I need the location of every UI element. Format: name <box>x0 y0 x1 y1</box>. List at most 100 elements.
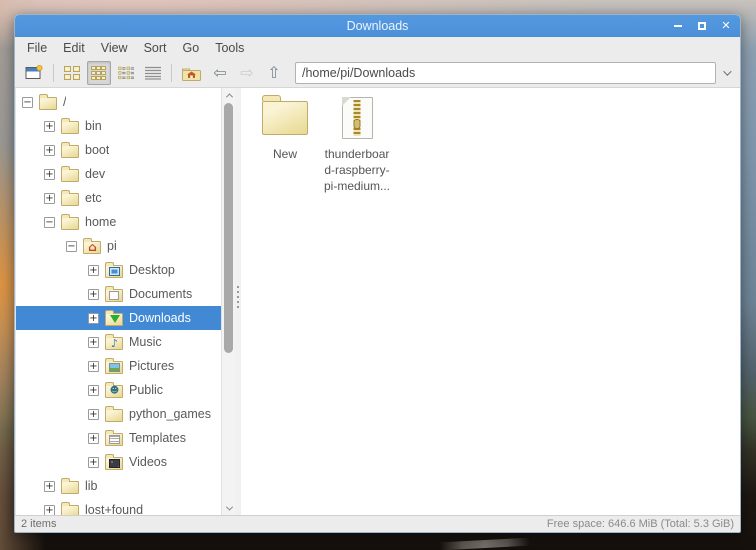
menu-edit[interactable]: Edit <box>55 39 93 57</box>
expander-icon[interactable]: − <box>22 96 33 108</box>
tree-item-public[interactable]: + Public <box>16 378 221 402</box>
expander-icon[interactable]: + <box>88 408 99 420</box>
file-item-label: thunderboar d-raspberry- pi-medium... <box>324 146 390 194</box>
tree-item-boot[interactable]: + boot <box>16 138 221 162</box>
item-count: 2 items <box>21 518 57 530</box>
maximize-icon[interactable] <box>696 19 708 33</box>
downloads-folder-icon <box>105 309 123 326</box>
tree-item-label: Public <box>129 383 164 397</box>
menu-tools[interactable]: Tools <box>207 39 252 57</box>
tree-item-desktop[interactable]: + Desktop <box>16 258 221 282</box>
home-folder-icon <box>182 68 201 81</box>
expander-icon[interactable]: + <box>88 336 99 348</box>
tree-item-music[interactable]: + Music <box>16 330 221 354</box>
new-tab-button[interactable] <box>21 61 47 85</box>
menu-sort[interactable]: Sort <box>136 39 175 57</box>
menu-file[interactable]: File <box>19 39 55 57</box>
folder-icon <box>105 405 123 422</box>
zip-archive-icon <box>341 97 373 139</box>
forward-button[interactable]: ⇨ <box>235 61 259 85</box>
tree-item-label: pi <box>107 239 117 253</box>
videos-folder-icon <box>105 453 123 470</box>
detailed-list-view-button[interactable] <box>141 61 165 85</box>
chevron-down-icon <box>723 67 732 76</box>
compact-view-button[interactable] <box>114 61 138 85</box>
expander-icon[interactable]: + <box>88 384 99 396</box>
menu-go[interactable]: Go <box>175 39 208 57</box>
folder-icon <box>61 477 79 494</box>
pane-splitter[interactable] <box>235 88 241 515</box>
tree-item-label: Downloads <box>129 311 191 325</box>
sidebar-scrollbar[interactable] <box>221 88 235 515</box>
folder-icon <box>61 501 79 515</box>
tree-item-label: lost+found <box>85 503 144 515</box>
expander-icon[interactable]: + <box>44 144 55 156</box>
tree-item-label: boot <box>85 143 110 157</box>
tree-item-root[interactable]: − / <box>16 90 221 114</box>
menu-view[interactable]: View <box>93 39 136 57</box>
file-item-new-folder[interactable]: New <box>249 93 321 162</box>
tree-item-lib[interactable]: + lib <box>16 474 221 498</box>
tree-item-dev[interactable]: + dev <box>16 162 221 186</box>
expander-icon[interactable]: + <box>88 360 99 372</box>
tree-item-label: / <box>63 95 67 109</box>
folder-icon <box>39 93 57 110</box>
down-arrow-icon <box>110 314 120 323</box>
tree-item-label: dev <box>85 167 106 181</box>
tree-item-videos[interactable]: + Videos <box>16 450 221 474</box>
expander-icon[interactable]: + <box>88 288 99 300</box>
tree-item-home[interactable]: − home <box>16 210 221 234</box>
expander-icon[interactable]: + <box>88 312 99 324</box>
expander-icon[interactable]: − <box>66 240 77 252</box>
file-item-thunderboard-zip[interactable]: thunderboar d-raspberry- pi-medium... <box>321 93 393 194</box>
expander-icon[interactable]: − <box>44 216 55 228</box>
expander-icon[interactable]: + <box>88 432 99 444</box>
tree-item-python-games[interactable]: + python_games <box>16 402 221 426</box>
expander-icon[interactable]: + <box>88 264 99 276</box>
up-button[interactable]: ⇧ <box>262 61 286 85</box>
folder-icon <box>61 117 79 134</box>
expander-icon[interactable]: + <box>44 192 55 204</box>
thumbnail-view-button[interactable] <box>87 61 111 85</box>
tree-item-label: Desktop <box>129 263 175 277</box>
expander-icon[interactable]: + <box>88 456 99 468</box>
status-bar: 2 items Free space: 646.6 MiB (Total: 5.… <box>15 515 740 532</box>
back-button[interactable]: ⇦ <box>208 61 232 85</box>
tree-item-downloads[interactable]: + Downloads <box>16 306 221 330</box>
tree-item-etc[interactable]: + etc <box>16 186 221 210</box>
expander-icon[interactable]: + <box>44 168 55 180</box>
documents-folder-icon <box>105 285 123 302</box>
scroll-down-icon[interactable] <box>222 501 236 515</box>
file-view[interactable]: New thunderboar d-raspberry- pi-medium..… <box>241 88 740 515</box>
tree-item-lost-found[interactable]: + lost+found <box>16 498 221 515</box>
scroll-up-icon[interactable] <box>222 88 236 102</box>
title-bar[interactable]: Downloads ✕ <box>15 15 740 37</box>
home-button[interactable] <box>178 61 205 85</box>
content-area: − / + bin + boot + dev + etc − home − ⌂ … <box>15 88 740 515</box>
zipper-pull-icon <box>353 119 361 129</box>
expander-icon[interactable]: + <box>44 504 55 515</box>
expander-icon[interactable]: + <box>44 120 55 132</box>
tree-item-pictures[interactable]: + Pictures <box>16 354 221 378</box>
thumbnail-view-icon <box>91 66 106 80</box>
compact-view-icon <box>118 66 134 80</box>
path-dropdown-button[interactable] <box>718 62 734 84</box>
pictures-folder-icon <box>105 357 123 374</box>
music-folder-icon <box>105 333 123 350</box>
icon-view-button[interactable] <box>60 61 84 85</box>
tree-item-label: Videos <box>129 455 167 469</box>
tree-item-pi[interactable]: − pi <box>16 234 221 258</box>
path-entry-input[interactable] <box>295 62 716 84</box>
minimize-icon[interactable] <box>672 19 684 33</box>
expander-icon[interactable]: + <box>44 480 55 492</box>
template-page-icon <box>109 434 120 444</box>
scrollbar-thumb[interactable] <box>224 103 233 353</box>
tree-item-documents[interactable]: + Documents <box>16 282 221 306</box>
close-icon[interactable]: ✕ <box>720 19 732 33</box>
folder-icon <box>61 189 79 206</box>
tree-item-bin[interactable]: + bin <box>16 114 221 138</box>
icon-view-icon <box>64 66 80 80</box>
zipper-icon <box>353 100 361 136</box>
desktop-folder-icon <box>105 261 123 278</box>
tree-item-templates[interactable]: + Templates <box>16 426 221 450</box>
